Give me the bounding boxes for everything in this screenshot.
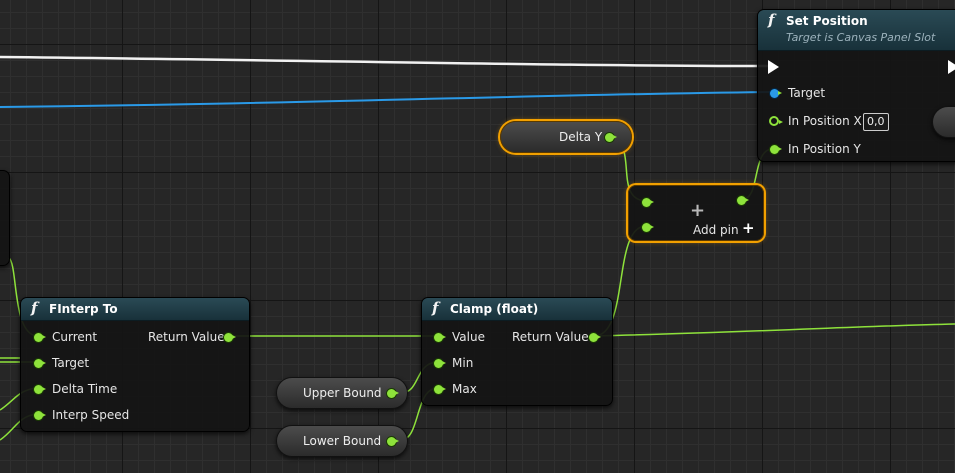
value-label: Value bbox=[452, 330, 485, 344]
in-position-x-input[interactable]: 0,0 bbox=[863, 113, 889, 131]
lower-bound-output-pin[interactable] bbox=[387, 437, 399, 446]
variable-label: Lower Bound bbox=[303, 434, 382, 448]
min-pin[interactable] bbox=[434, 359, 446, 368]
add-operator-icon: + bbox=[690, 200, 706, 221]
add-node[interactable]: + Add pin + bbox=[628, 185, 764, 241]
target-pin[interactable] bbox=[34, 359, 46, 368]
delta-time-pin[interactable] bbox=[34, 385, 46, 394]
blueprint-graph-canvas[interactable]: f Set Position Target is Canvas Panel Sl… bbox=[0, 0, 955, 473]
upper-bound-output-pin[interactable] bbox=[387, 389, 399, 398]
variable-label: Delta Y bbox=[559, 130, 603, 144]
in-position-y-pin[interactable] bbox=[770, 145, 782, 154]
exec-in-pin[interactable] bbox=[768, 60, 779, 74]
in-position-x-pin[interactable] bbox=[769, 116, 783, 126]
target-pin-label: Target bbox=[788, 86, 826, 100]
target-label: Target bbox=[52, 356, 90, 370]
interp-speed-pin[interactable] bbox=[34, 411, 46, 420]
upper-bound-variable[interactable]: Upper Bound bbox=[276, 377, 408, 409]
exec-out-pin[interactable] bbox=[948, 60, 955, 74]
add-pin-plus-icon[interactable]: + bbox=[742, 219, 755, 237]
target-wire[interactable] bbox=[0, 91, 773, 108]
target-pin[interactable] bbox=[770, 89, 782, 98]
return-value-pin[interactable] bbox=[224, 333, 236, 342]
node-header: f FInterp To bbox=[21, 298, 249, 321]
function-icon: f bbox=[31, 299, 38, 317]
exec-wire[interactable] bbox=[0, 55, 771, 68]
node-header: f Set Position Target is Canvas Panel Sl… bbox=[758, 10, 955, 51]
finterp-to-node[interactable]: f FInterp To Current Target Delta Time I… bbox=[20, 297, 250, 432]
node-header: f Clamp (float) bbox=[422, 298, 612, 321]
set-position-node[interactable]: f Set Position Target is Canvas Panel Sl… bbox=[757, 9, 955, 162]
add-output-pin[interactable] bbox=[737, 196, 749, 205]
function-icon: f bbox=[768, 11, 775, 29]
in-position-x-label: In Position X bbox=[788, 114, 862, 128]
current-label: Current bbox=[52, 330, 98, 344]
delta-y-variable[interactable]: Delta Y bbox=[500, 121, 632, 153]
node-title: Set Position bbox=[786, 14, 868, 28]
lower-bound-variable[interactable]: Lower Bound bbox=[276, 425, 408, 457]
add-pin-button[interactable]: Add pin bbox=[693, 223, 739, 237]
interp-speed-label: Interp Speed bbox=[52, 408, 130, 422]
offscreen-left-node[interactable] bbox=[0, 170, 10, 266]
add-input-pin-a[interactable] bbox=[642, 198, 654, 207]
delta-y-output-pin[interactable] bbox=[605, 133, 617, 142]
node-title: Clamp (float) bbox=[450, 302, 539, 316]
add-input-pin-b[interactable] bbox=[642, 223, 654, 232]
clamp-float-node[interactable]: f Clamp (float) Value Min Max Return Val… bbox=[421, 297, 613, 406]
current-pin[interactable] bbox=[34, 333, 46, 342]
max-label: Max bbox=[452, 382, 477, 396]
return-value-pin[interactable] bbox=[589, 333, 601, 342]
return-value-label: Return Value bbox=[512, 330, 589, 344]
max-pin[interactable] bbox=[434, 385, 446, 394]
wire-clamp-return[interactable] bbox=[593, 323, 955, 337]
function-icon: f bbox=[432, 299, 439, 317]
return-value-label: Return Value bbox=[148, 330, 225, 344]
variable-label: Upper Bound bbox=[303, 386, 382, 400]
node-subtitle: Target is Canvas Panel Slot bbox=[786, 31, 936, 44]
in-position-y-label: In Position Y bbox=[788, 142, 861, 156]
min-label: Min bbox=[452, 356, 474, 370]
node-title: FInterp To bbox=[49, 302, 118, 316]
value-pin[interactable] bbox=[434, 333, 446, 342]
delta-time-label: Delta Time bbox=[52, 382, 118, 396]
